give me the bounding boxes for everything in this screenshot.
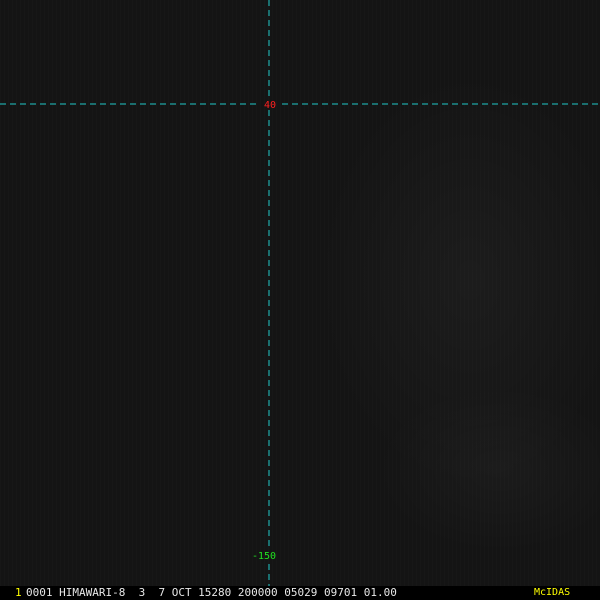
frame-number: 1	[15, 586, 22, 599]
latitude-label: 40	[264, 100, 276, 111]
mcidas-brand: McIDAS	[534, 587, 571, 598]
grid-overlay: 40 -150	[0, 0, 600, 586]
status-bar: 1 0001 HIMAWARI-8 3 7 OCT 15280 200000 0…	[0, 586, 600, 600]
longitude-label: -150	[252, 551, 276, 562]
satellite-image-viewer: 40 -150 1 0001 HIMAWARI-8 3 7 OCT 15280 …	[0, 0, 600, 600]
frame-info: 0001 HIMAWARI-8 3 7 OCT 15280 200000 050…	[26, 586, 397, 599]
